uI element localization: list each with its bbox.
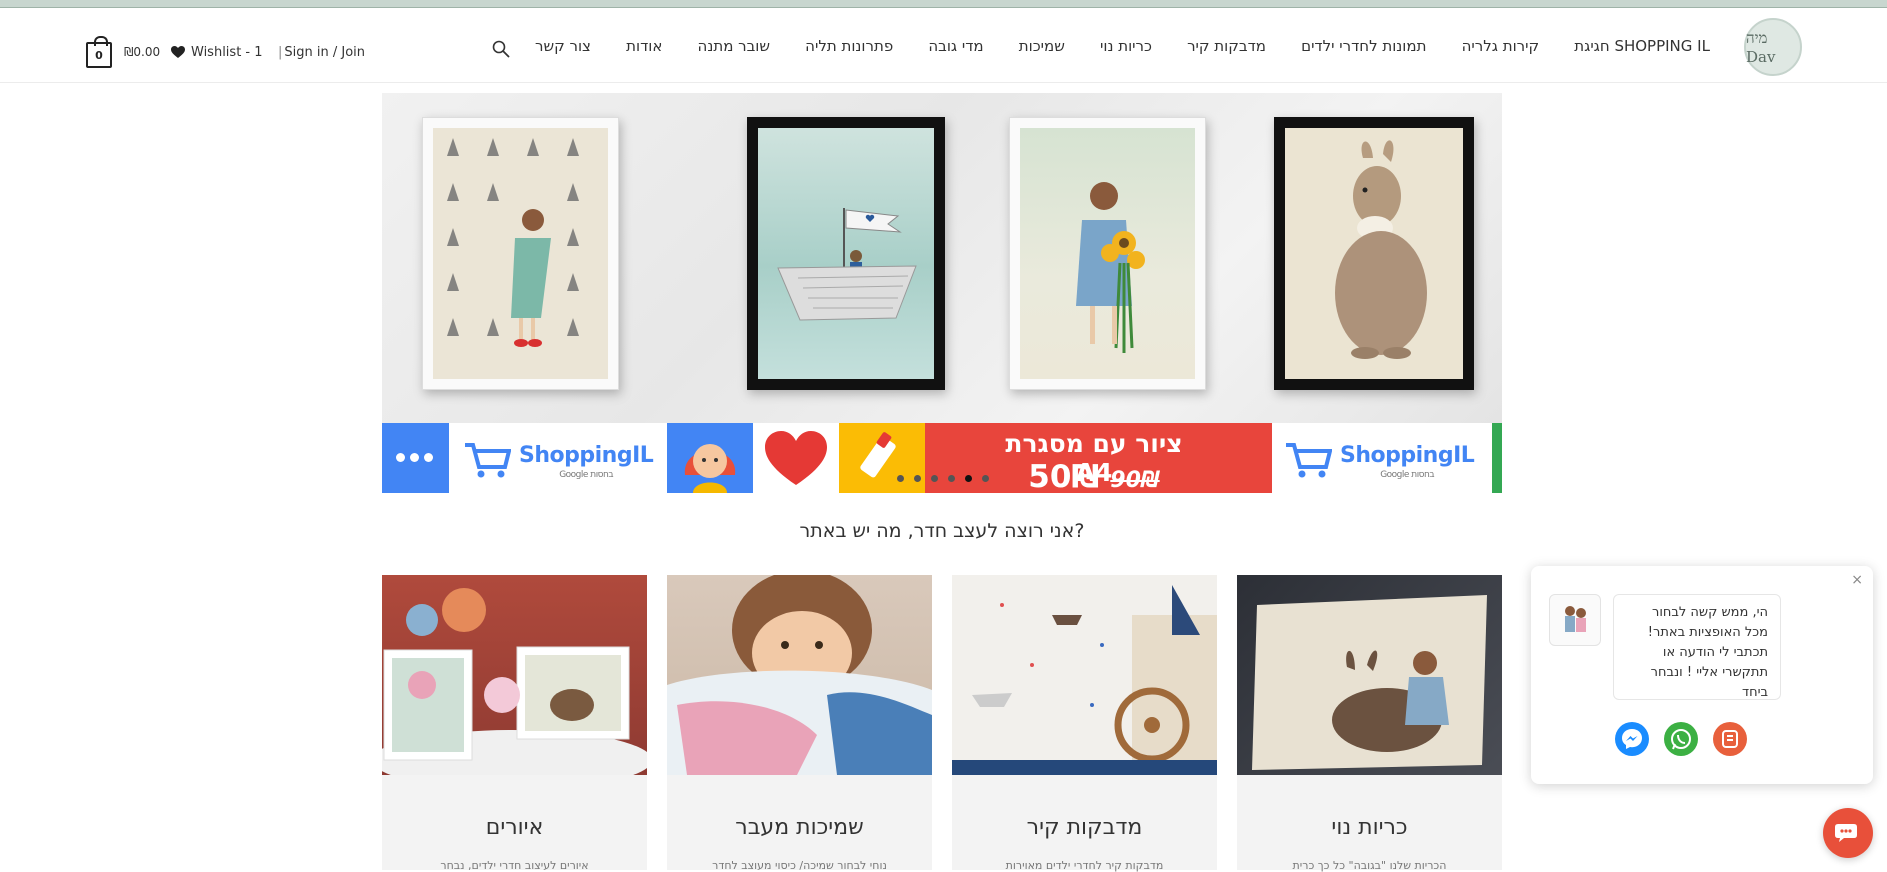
category-title: איורים	[485, 815, 544, 840]
category-title: שמיכות מעבר	[735, 815, 864, 840]
nav-item-wall-stickers[interactable]: מדבקות קיר	[1187, 37, 1266, 55]
shopping-il-text: ShoppingIL	[519, 443, 654, 468]
nav-item-shopping-il[interactable]: חגיגת SHOPPING IL	[1574, 37, 1710, 55]
promo-seg-avatar	[667, 423, 753, 493]
whatsapp-icon	[1671, 729, 1691, 750]
chat-popup: × הי, ממש קשה לבחור מכל האופציות באתר! ת…	[1531, 566, 1873, 784]
site-logo[interactable]: מיה Dav	[1744, 18, 1802, 76]
floating-chat-button[interactable]	[1823, 808, 1873, 858]
shopping-cart-icon-right	[1286, 443, 1332, 478]
more-dots-icon	[396, 453, 433, 462]
shopping-il-sub: Google בחסות	[559, 470, 614, 480]
promo-price: 50₪ 90₪	[994, 459, 1194, 493]
logo-text: מיה Dav	[1746, 28, 1776, 66]
chat-message-line1: הי, ממש קשה לבחור מכל האופציות באתר!	[1647, 605, 1768, 640]
illustration-girl-pattern	[447, 138, 579, 347]
shopping-il-sub-right: Google בחסות	[1380, 470, 1435, 480]
top-strip	[0, 0, 1887, 8]
slider-dot[interactable]	[931, 475, 938, 482]
category-card-blankets[interactable]: שמיכות מעבר נוחי לבחור שמיכה/ כיסוי מעוצ…	[667, 575, 932, 872]
category-desc: מדבקות קיר לחדרי ילדים מאוירות	[1005, 859, 1164, 872]
category-card-pillows[interactable]: כריות נוי הכריות שלנו "בגובה" כל כך כרית	[1237, 575, 1502, 872]
promo-seg-shopping-left: ShoppingIL Google בחסות	[449, 423, 667, 493]
category-card-illustrations[interactable]: איורים איורים לעיצוב חדרי ילדים, נבחר	[382, 575, 647, 872]
hero-frame-rabbit	[1274, 117, 1474, 390]
site-header: מיה Dav חגיגת SHOPPING IL קירות גלריה תמ…	[0, 8, 1887, 83]
whatsapp-button[interactable]	[1664, 722, 1698, 756]
nav-item-blankets[interactable]: שמיכות	[1019, 37, 1065, 55]
shopping-il-logo-right: ShoppingIL Google בחסות	[1340, 443, 1475, 480]
nav-item-about[interactable]: אודות	[626, 37, 662, 55]
shopping-il-logo-left: ShoppingIL Google בחסות	[519, 443, 654, 480]
chat-buttons	[1615, 722, 1747, 756]
slider-dot-active[interactable]	[965, 475, 972, 482]
nav-item-height-charts[interactable]: מדי גובה	[928, 37, 983, 55]
chat-avatar	[1549, 594, 1601, 646]
slider-dots	[897, 475, 989, 482]
promo-seg-shopping-right: ShoppingIL Google בחסות	[1272, 423, 1492, 493]
section-question: אני רוצה לעצב חדר, מה יש באתר?	[799, 520, 1085, 542]
slider-dot[interactable]	[948, 475, 955, 482]
promo-price-new: 50₪	[1028, 459, 1100, 493]
category-desc: נוחי לבחור שמיכה/ כיסוי מעוצב לחדר	[712, 859, 887, 872]
illustration-paper-boat	[777, 208, 917, 321]
category-title: כריות נוי	[1331, 815, 1408, 840]
chat-message: הי, ממש קשה לבחור מכל האופציות באתר! תכת…	[1613, 594, 1781, 700]
wishlist-link[interactable]: Wishlist - 1	[171, 45, 263, 60]
nav-item-pillows[interactable]: כריות נוי	[1100, 37, 1152, 55]
nav-item-contact[interactable]: צור קשר	[535, 37, 591, 55]
close-icon[interactable]: ×	[1851, 572, 1863, 588]
promo-banner[interactable]: ShoppingIL Google בחסות ציור עם מסגרת A4 …	[382, 423, 1502, 493]
hero-frame-girl-pattern	[422, 117, 619, 390]
call-button[interactable]	[1713, 722, 1747, 756]
category-image-blankets	[667, 575, 932, 775]
cart-bag-icon[interactable]: 0	[86, 36, 112, 68]
hero-slider[interactable]: ShoppingIL Google בחסות ציור עם מסגרת A4 …	[382, 93, 1502, 493]
shopping-cart-icon	[465, 443, 511, 478]
promo-seg-heart	[753, 423, 839, 493]
girl-avatar-icon	[684, 444, 736, 493]
category-title: מדבקות קיר	[1026, 815, 1143, 840]
promo-seg-green	[1492, 423, 1502, 493]
slider-dot[interactable]	[914, 475, 921, 482]
shopping-il-text-right: ShoppingIL	[1340, 443, 1475, 468]
chat-message-line2: תכתבי לי הודעה או תתקשרי אליי ! ונבחר בי…	[1650, 645, 1768, 700]
promo-price-old: 90₪	[1110, 468, 1160, 493]
nav-item-gallery-walls[interactable]: קירות גלריה	[1462, 37, 1540, 55]
slider-dot[interactable]	[982, 475, 989, 482]
big-heart-icon	[765, 431, 827, 485]
lipstick-icon	[860, 432, 896, 478]
hero-frame-sunflower-girl	[1009, 117, 1206, 390]
category-image-wall-stickers	[952, 575, 1217, 775]
promo-seg-lipstick	[839, 423, 925, 493]
category-image-pillows	[1237, 575, 1502, 775]
chat-bubbles-icon	[1835, 824, 1857, 842]
nav-item-kids-room-pictures[interactable]: תמונות לחדרי ילדים	[1301, 37, 1426, 55]
hero-frame-paper-boat	[747, 117, 945, 390]
account-link[interactable]: | Sign in / Join	[278, 45, 365, 60]
cart-total[interactable]: ₪0.00	[124, 45, 160, 59]
illustration-rabbit	[1335, 140, 1427, 359]
account-label: Sign in / Join	[284, 45, 366, 60]
category-desc: איורים לעיצוב חדרי ילדים, נבחר	[440, 859, 589, 872]
messenger-button[interactable]	[1615, 722, 1649, 756]
separator: |	[278, 45, 283, 60]
slider-dot[interactable]	[897, 475, 904, 482]
promo-seg-blue	[382, 423, 449, 493]
cart-count: 0	[95, 48, 103, 62]
nav-item-hanging-solutions[interactable]: פתרונות תליה	[805, 37, 893, 55]
heart-icon	[171, 46, 185, 58]
category-card-wall-stickers[interactable]: מדבקות קיר מדבקות קיר לחדרי ילדים מאוירו…	[952, 575, 1217, 872]
main-nav: חגיגת SHOPPING IL קירות גלריה תמונות לחד…	[535, 34, 1710, 58]
category-desc: הכריות שלנו "בגובה" כל כך כרית	[1292, 859, 1447, 872]
category-image-illustrations	[382, 575, 647, 775]
nav-item-gift-voucher[interactable]: שובר מתנה	[698, 37, 770, 55]
search-icon[interactable]	[492, 40, 510, 58]
illustration-sunflower-girl	[1076, 182, 1145, 353]
wishlist-label: Wishlist - 1	[191, 45, 263, 60]
phone-icon	[1722, 730, 1738, 748]
messenger-icon	[1622, 729, 1642, 749]
